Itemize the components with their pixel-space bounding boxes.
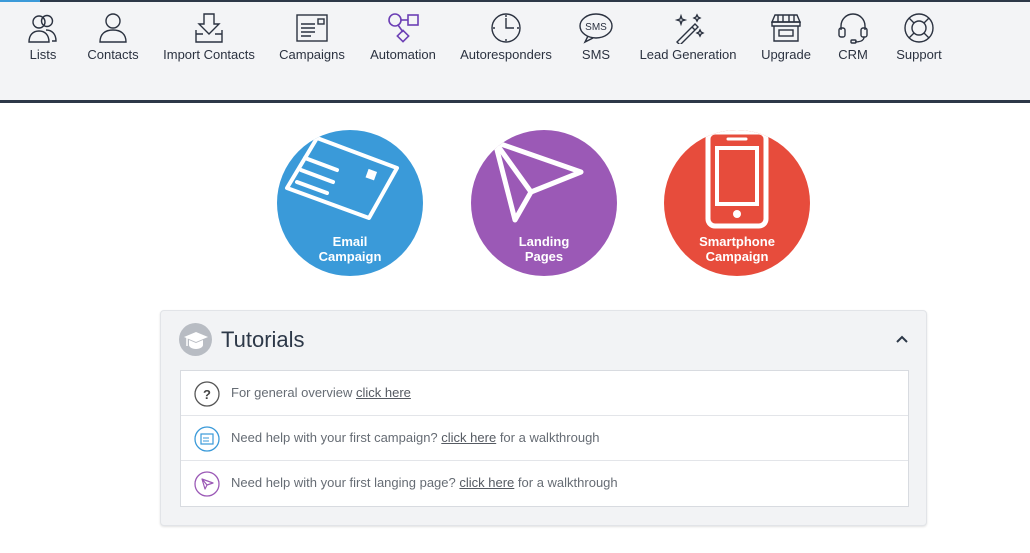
clock-icon [491,13,521,43]
email-campaign-line2: Campaign [318,249,382,264]
campaign-icon [296,14,328,42]
tutorial-row-prefix: Need help with your first langing page? [231,475,460,490]
store-icon [770,14,802,42]
email-campaign-label: Email Campaign [277,234,423,264]
quick-actions: Email Campaign Landing Pages Smartphone … [0,130,1030,278]
campaign-card-icon [194,426,220,452]
nav-item-label: Lead Generation [639,47,737,62]
smartphone-campaign-line2: Campaign [705,249,769,264]
user-icon [99,13,127,43]
tutorial-row-text: Need help with your first campaign? clic… [231,430,600,445]
lifebuoy-icon [904,13,934,43]
smartphone-campaign-label: Smartphone Campaign [664,234,810,264]
magic-wand-icon [674,13,705,44]
top-navigation-bar: Lists Contacts Import Contacts Campaigns [0,0,1030,103]
sms-icon-text: SMS [585,22,607,33]
tutorial-row-landing-page: Need help with your first langing page? … [181,461,908,506]
tutorials-list: ? For general overview click here Need h… [180,370,909,507]
landing-pages-line2: Pages [524,249,564,264]
tutorial-row-prefix: For general overview [231,385,356,400]
nav-item-label: Autoresponders [460,47,552,62]
tutorial-row-text: Need help with your first langing page? … [231,475,618,490]
graduation-cap-icon [179,323,212,356]
nav-item-sms[interactable]: SMS SMS [578,12,614,68]
headset-icon [838,13,868,44]
landing-pages-button[interactable]: Landing Pages [471,130,617,276]
tutorial-row-prefix: Need help with your first campaign? [231,430,442,445]
tutorial-row-suffix: for a walkthrough [514,475,618,490]
nav-item-label: Upgrade [761,47,811,62]
nav-item-label: Contacts [87,47,139,62]
nav-item-label: SMS [581,47,611,62]
landing-pages-line1: Landing [518,234,570,249]
paper-plane-small-icon [194,471,220,497]
smartphone-campaign-line1: Smartphone [699,234,775,249]
tutorial-row-campaign: Need help with your first campaign? clic… [181,416,908,461]
nav-item-label: Lists [29,47,57,62]
nav-item-label: CRM [838,47,868,62]
nav-item-lists[interactable]: Lists [26,12,60,68]
nav-item-crm[interactable]: CRM [836,12,870,68]
nav-item-automation[interactable]: Automation [370,12,436,68]
chevron-up-icon[interactable] [894,331,910,347]
svg-text:?: ? [203,387,211,402]
nav-item-import-contacts[interactable]: Import Contacts [163,12,255,68]
automation-icon [388,13,419,43]
question-icon: ? [194,381,220,407]
tutorial-row-overview: ? For general overview click here [181,371,908,416]
landing-pages-label: Landing Pages [471,234,617,264]
email-campaign-line1: Email [332,234,368,249]
nav-item-label: Import Contacts [163,47,255,62]
tutorial-row-text: For general overview click here [231,385,411,400]
nav-item-label: Automation [370,47,436,62]
email-campaign-button[interactable]: Email Campaign [277,130,423,276]
import-icon [195,13,223,43]
tutorial-row-suffix: for a walkthrough [496,430,600,445]
nav-item-lead-generation[interactable]: Lead Generation [640,12,736,68]
tutorial-overview-link[interactable]: click here [356,385,411,400]
nav-item-upgrade[interactable]: Upgrade [761,12,811,68]
nav-item-campaigns[interactable]: Campaigns [279,12,345,68]
tutorial-campaign-link[interactable]: click here [441,430,496,445]
nav-item-support[interactable]: Support [896,12,942,68]
users-group-icon [28,14,57,43]
nav-item-contacts[interactable]: Contacts [87,12,139,68]
tutorial-landing-page-link[interactable]: click here [459,475,514,490]
nav-item-autoresponders[interactable]: Autoresponders [460,12,552,68]
nav-item-label: Support [896,47,942,62]
sms-icon: SMS [579,13,613,44]
nav-item-label: Campaigns [279,47,345,62]
top-accent-strip [0,0,40,2]
tutorials-panel: Tutorials ? For general overview click h… [160,310,927,526]
smartphone-campaign-button[interactable]: Smartphone Campaign [664,130,810,276]
tutorials-header: Tutorials [161,311,926,369]
tutorials-title: Tutorials [221,327,305,352]
